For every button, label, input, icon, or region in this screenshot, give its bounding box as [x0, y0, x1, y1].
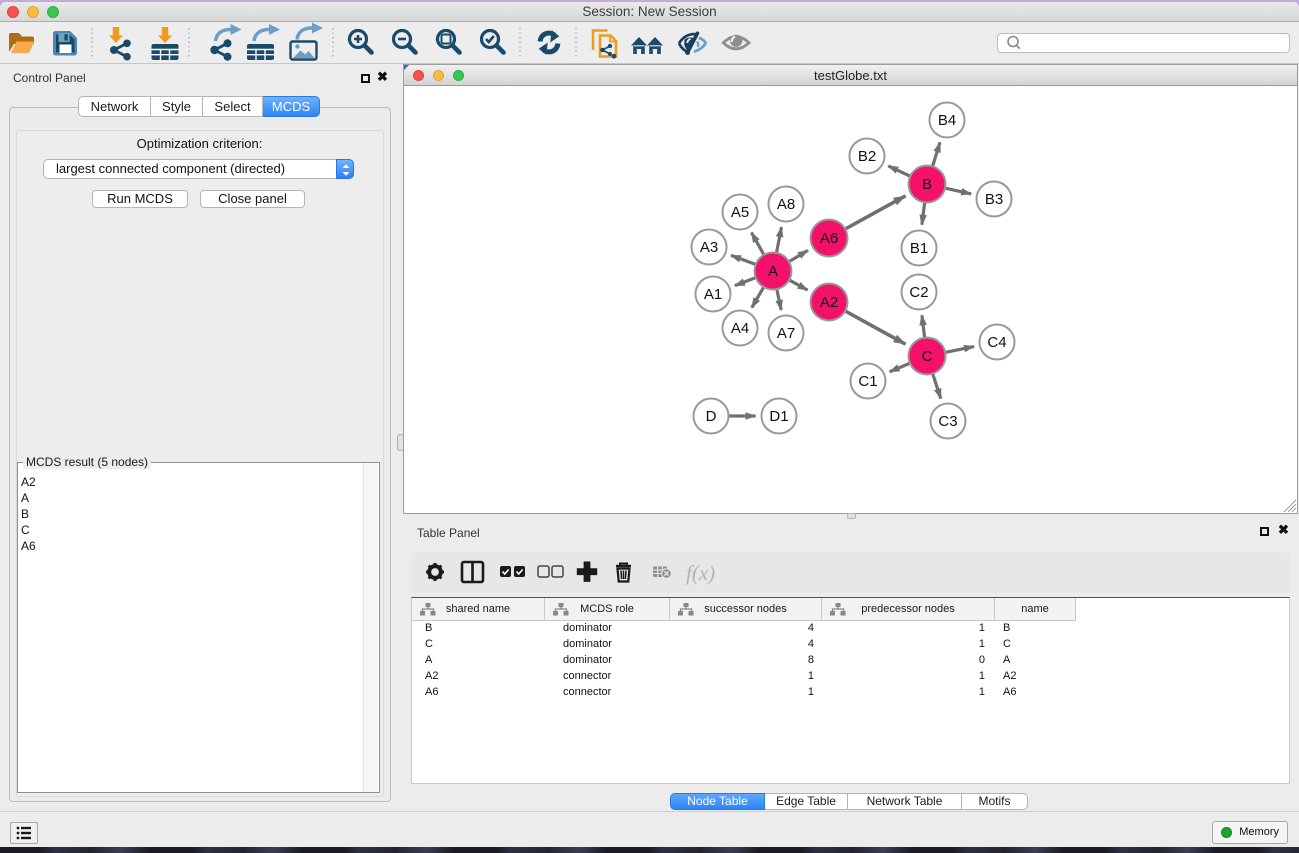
- svg-text:A6: A6: [820, 230, 838, 247]
- svg-text:C4: C4: [987, 334, 1006, 351]
- svg-text:A5: A5: [731, 204, 749, 221]
- svg-text:A3: A3: [700, 239, 718, 256]
- svg-text:C2: C2: [909, 284, 928, 301]
- svg-text:A8: A8: [777, 196, 795, 213]
- svg-text:f(x): f(x): [686, 561, 715, 585]
- svg-text:A4: A4: [731, 320, 749, 337]
- svg-text:C: C: [922, 348, 933, 365]
- svg-text:C3: C3: [938, 413, 957, 430]
- svg-text:C1: C1: [858, 373, 877, 390]
- svg-text:A: A: [768, 263, 778, 280]
- svg-text:D: D: [706, 408, 717, 425]
- svg-text:B4: B4: [938, 112, 956, 129]
- svg-text:B: B: [922, 176, 932, 193]
- svg-text:B1: B1: [910, 240, 928, 257]
- svg-text:A2: A2: [820, 294, 838, 311]
- svg-text:B3: B3: [985, 191, 1003, 208]
- svg-text:A7: A7: [777, 325, 795, 342]
- svg-text:D1: D1: [769, 408, 788, 425]
- svg-text:B2: B2: [858, 148, 876, 165]
- svg-text:A1: A1: [704, 286, 722, 303]
